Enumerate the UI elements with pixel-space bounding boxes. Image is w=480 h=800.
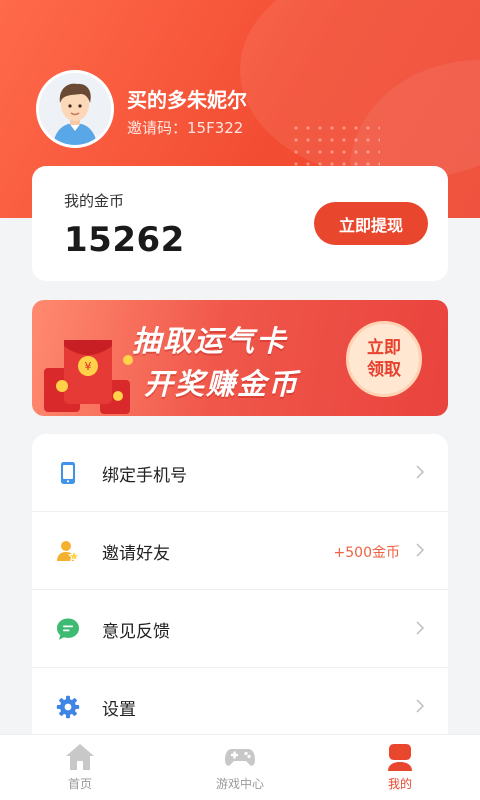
lucky-card-banner[interactable]: ¥ 抽取运气卡 开奖赚金币 立即 领取: [32, 300, 448, 416]
phone-icon: [61, 462, 75, 484]
gamepad-icon: [225, 749, 255, 766]
coin-label: 我的金币: [64, 192, 125, 210]
tab-mine[interactable]: 我的: [320, 735, 480, 800]
banner-title-line1: 抽取运气卡: [132, 324, 288, 358]
chevron-right-icon: [416, 465, 425, 479]
menu-item-feedback[interactable]: 意见反馈: [32, 590, 448, 668]
profile-icon: [388, 744, 412, 771]
menu-item-label: 邀请好友: [102, 544, 170, 564]
tab-game-center[interactable]: 游戏中心: [160, 735, 320, 800]
chevron-right-icon: [416, 699, 425, 713]
claim-button[interactable]: 立即 领取: [346, 321, 422, 397]
reward-badge: +500金币: [333, 545, 400, 561]
coin-balance: 15262: [64, 220, 185, 260]
svg-text:¥: ¥: [85, 360, 92, 373]
tab-home[interactable]: 首页: [0, 735, 160, 800]
chevron-right-icon: [416, 543, 425, 557]
menu-item-label: 意见反馈: [102, 622, 170, 642]
claim-button-line2: 领取: [367, 360, 401, 380]
tab-label: 我的: [387, 777, 412, 791]
gear-icon: [56, 695, 80, 719]
avatar-illustration: [39, 73, 111, 145]
feedback-icon: [57, 618, 79, 640]
header-dot-pattern: [290, 122, 380, 166]
username: 买的多朱妮尔: [127, 88, 247, 112]
menu-list: 绑定手机号 邀请好友 +500金币 意见反馈 设置: [32, 434, 448, 754]
home-icon: [66, 744, 94, 770]
avatar[interactable]: [36, 70, 114, 148]
withdraw-button[interactable]: 立即提现: [314, 202, 428, 245]
banner-title-line2: 开奖赚金币: [144, 367, 300, 401]
tab-label: 首页: [67, 777, 92, 791]
bottom-tab-bar: 首页 游戏中心 我的: [0, 734, 480, 800]
menu-item-invite-friends[interactable]: 邀请好友 +500金币: [32, 512, 448, 590]
menu-item-label: 绑定手机号: [102, 466, 187, 486]
invite-friend-icon: [57, 541, 80, 562]
invite-code[interactable]: 邀请码：15F322: [127, 117, 243, 138]
menu-item-bind-phone[interactable]: 绑定手机号: [32, 434, 448, 512]
tab-label: 游戏中心: [215, 777, 264, 791]
coin-card: 我的金币 15262 立即提现: [32, 166, 448, 281]
chevron-right-icon: [416, 621, 425, 635]
claim-button-line1: 立即: [367, 338, 401, 358]
red-packet-icon: ¥: [44, 340, 133, 414]
menu-item-label: 设置: [102, 700, 136, 720]
